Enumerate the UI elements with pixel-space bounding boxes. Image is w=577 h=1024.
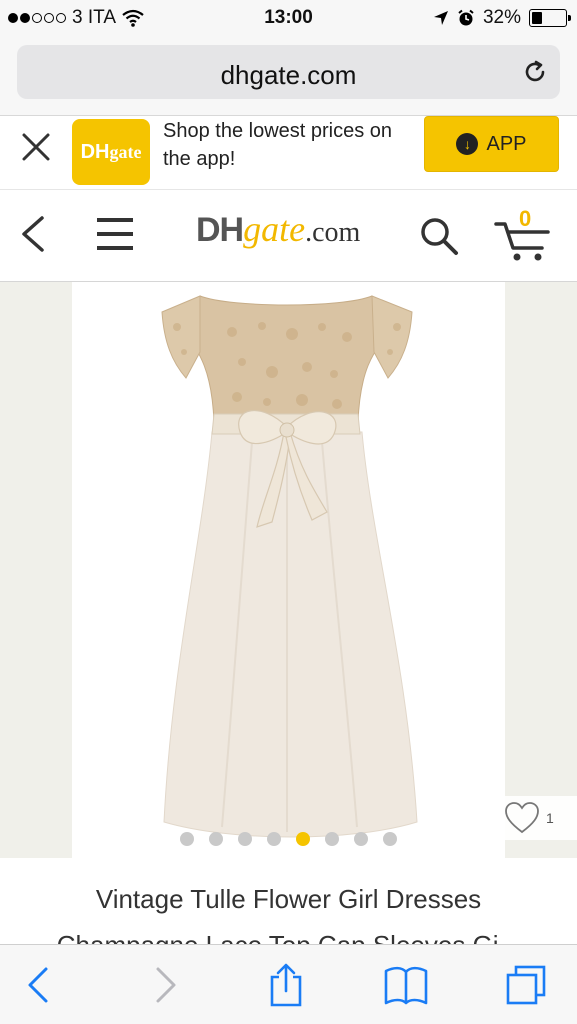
- dress-illustration: [161, 295, 418, 838]
- favorite-count: 1: [546, 810, 554, 826]
- get-app-button[interactable]: ↓ APP: [424, 116, 559, 172]
- gallery-dot[interactable]: [180, 832, 194, 846]
- battery-fill: [532, 12, 542, 24]
- dhgate-logo[interactable]: DH gate .com: [196, 208, 360, 264]
- product-image[interactable]: [72, 282, 505, 858]
- brand-com: .com: [305, 217, 361, 248]
- app-banner: DH gate Shop the lowest prices on the app…: [0, 116, 577, 190]
- gallery-dot[interactable]: [238, 832, 252, 846]
- search-icon[interactable]: [418, 215, 460, 257]
- site-header: DH gate .com 0: [0, 190, 577, 282]
- gallery-pagination[interactable]: [0, 832, 577, 846]
- back-arrow-icon[interactable]: [16, 214, 50, 254]
- download-icon: ↓: [456, 133, 479, 155]
- brand-gate: gate: [243, 209, 306, 249]
- reload-icon[interactable]: [522, 59, 548, 85]
- share-icon[interactable]: [264, 963, 308, 1007]
- gallery-dot[interactable]: [383, 832, 397, 846]
- location-arrow-icon: [433, 11, 448, 25]
- product-title-block: Vintage Tulle Flower Girl Dresses Champa…: [0, 858, 577, 944]
- browser-forward-icon[interactable]: [142, 963, 186, 1007]
- product-title-continued: Champagne Lace Top Cap Sleeves Gi...: [0, 930, 577, 944]
- gallery-dot[interactable]: [325, 832, 339, 846]
- url-text: dhgate.com: [220, 60, 357, 90]
- heart-icon: [505, 802, 539, 834]
- banner-message: Shop the lowest prices on the app!: [163, 120, 393, 170]
- browser-toolbar: [0, 944, 577, 1024]
- cart-count: 0: [519, 206, 532, 231]
- get-app-label: APP: [486, 132, 527, 155]
- gallery-dot[interactable]: [209, 832, 223, 846]
- browser-address-area: dhgate.com: [0, 38, 577, 116]
- close-icon[interactable]: [18, 129, 54, 165]
- screen: 3 ITA 13:00 32% dhgate.com DH gate Shop …: [0, 0, 577, 1024]
- product-gallery[interactable]: 1: [0, 282, 577, 858]
- tabs-icon[interactable]: [504, 963, 548, 1007]
- hamburger-menu-icon[interactable]: [95, 217, 135, 251]
- address-bar[interactable]: dhgate.com: [17, 45, 560, 99]
- browser-back-icon[interactable]: [18, 963, 62, 1007]
- bookmarks-icon[interactable]: [384, 963, 428, 1007]
- battery-percent: 32%: [482, 7, 521, 28]
- alarm-icon: [458, 9, 474, 26]
- battery-icon: [529, 9, 571, 27]
- product-title: Vintage Tulle Flower Girl Dresses: [95, 884, 482, 914]
- dhgate-app-logo: DH gate: [72, 119, 150, 185]
- gallery-dot[interactable]: [296, 832, 310, 846]
- status-bar: 3 ITA 13:00 32%: [0, 0, 577, 38]
- gallery-dot[interactable]: [354, 832, 368, 846]
- brand-dh: DH: [196, 211, 244, 249]
- gallery-dot[interactable]: [267, 832, 281, 846]
- status-right: 32%: [433, 7, 571, 29]
